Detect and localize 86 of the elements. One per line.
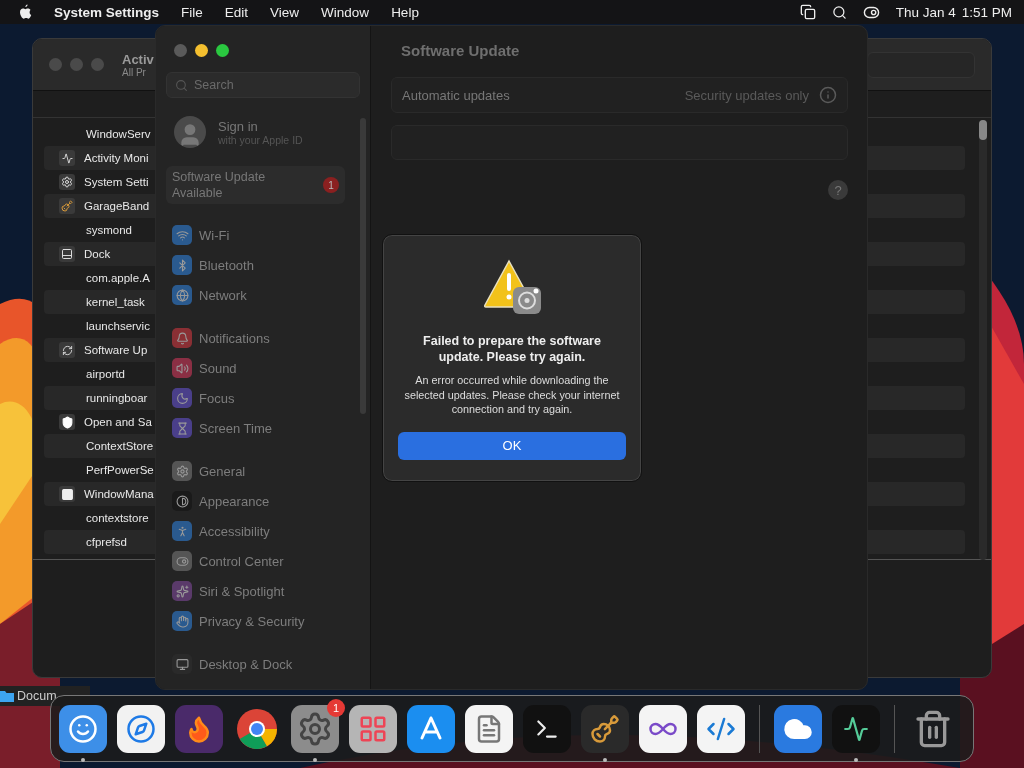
app-store-icon[interactable] [407,704,455,753]
process-name: contextstore [86,512,149,524]
process-name: Software Up [84,344,148,356]
sidebar-item[interactable]: Accessibility [166,516,360,546]
window-icon [59,486,75,502]
warning-icon [481,259,543,315]
code-icon[interactable] [697,704,745,753]
process-name: System Setti [84,176,149,188]
infinity-icon[interactable] [639,704,687,753]
process-name: cfprefsd [86,536,127,548]
sidebar-item[interactable]: Sound [166,353,360,383]
sidebar-item[interactable]: Notifications [166,323,360,353]
sidebar-item[interactable]: Bluetooth [166,250,360,280]
compass-icon[interactable] [117,704,165,753]
shield-icon [59,414,75,430]
process-name: launchservic [86,320,150,332]
row-label: Automatic updates [402,87,510,103]
sidebar-item[interactable]: Control Center [166,546,360,576]
refresh-icon [59,342,75,358]
menu-item[interactable]: Window [321,4,370,20]
sidebar-item[interactable]: Wi-Fi [166,220,360,250]
page-title: Software Update [400,42,521,59]
row-value: Security updates only [684,87,809,103]
sidebar-item[interactable]: Desktop & Dock [166,649,360,679]
sidebar-item[interactable]: Screen Time [166,413,360,443]
sidebar-item[interactable]: Siri & Spotlight [166,576,360,606]
windows-icon[interactable] [799,4,816,20]
menu-item[interactable]: Edit [224,4,249,20]
dock-icon [59,246,75,262]
search-icon[interactable] [831,4,847,20]
dialog-message: An error occurred while downloading the selected updates. Please check your internet connection and try again. [403,373,621,417]
ok-button[interactable]: OK [398,431,626,460]
menu-item[interactable]: Help [391,4,419,20]
process-name: Open and Sa [84,416,152,428]
face-icon[interactable] [59,704,107,753]
notification-badge: 1 [327,698,345,717]
sidebar-item[interactable]: Focus [166,383,360,413]
process-name: WindowServ [86,128,151,140]
sidebar-item[interactable]: Privacy & Security [166,606,360,636]
pulse-graph-icon[interactable] [832,704,880,753]
process-name: GarageBand [84,200,150,212]
chart-icon [59,150,75,166]
folder-icon [0,690,14,702]
dialog-title: Failed to prepare the software update. Please try again. [422,333,602,365]
grid-icon[interactable] [349,704,397,753]
menu-item[interactable]: View [270,4,300,20]
search-field[interactable]: Search [166,72,360,98]
app-menu[interactable]: System Settings [54,4,160,20]
minimize-button[interactable] [195,44,208,57]
gear-icon [59,174,75,190]
guitar-icon [59,198,75,214]
process-name: kernel_task [86,296,145,308]
process-name: PerfPowerSe [86,464,154,476]
sign-in-link[interactable]: Sign in [218,118,303,134]
menu-time[interactable]: 1:51 PM [961,4,1012,20]
menu-item[interactable]: File [181,4,203,20]
process-name: com.apple.A [86,272,150,284]
settings-row[interactable]: Automatic updates Security updates only [391,77,848,113]
search-placeholder: Search [194,78,234,92]
process-name: sysmond [86,224,133,236]
process-name: Dock [84,248,111,260]
sidebar-item[interactable]: General [166,456,360,486]
apple-icon[interactable] [18,4,32,20]
window-subtitle: All Pr [122,66,147,78]
process-name: WindowMana [84,488,154,500]
zoom-button[interactable] [216,44,229,57]
help-button[interactable]: ? [828,180,848,200]
process-name: ContextStore [86,440,154,452]
process-name: Activity Moni [84,152,149,164]
count-badge: 1 [323,177,339,193]
window-title: Activ [122,51,154,67]
process-name: runningboar [86,392,148,404]
guitar-icon[interactable] [581,704,629,753]
menu-date[interactable]: Thu Jan 4 [895,4,956,20]
cloud-icon[interactable] [774,704,822,753]
update-notice[interactable]: Software Update Available 1 [166,166,345,204]
search-icon [175,78,188,92]
sidebar-item[interactable]: Appearance [166,486,360,516]
sidebar-item[interactable]: Network [166,280,360,310]
scroll-bar[interactable] [979,120,987,560]
avatar-icon[interactable] [174,116,206,148]
process-name: airportd [86,368,125,380]
terminal-icon[interactable] [523,704,571,753]
flame-icon[interactable] [175,704,223,753]
notepad-icon[interactable] [465,704,513,753]
gear-icon[interactable] [291,704,339,753]
